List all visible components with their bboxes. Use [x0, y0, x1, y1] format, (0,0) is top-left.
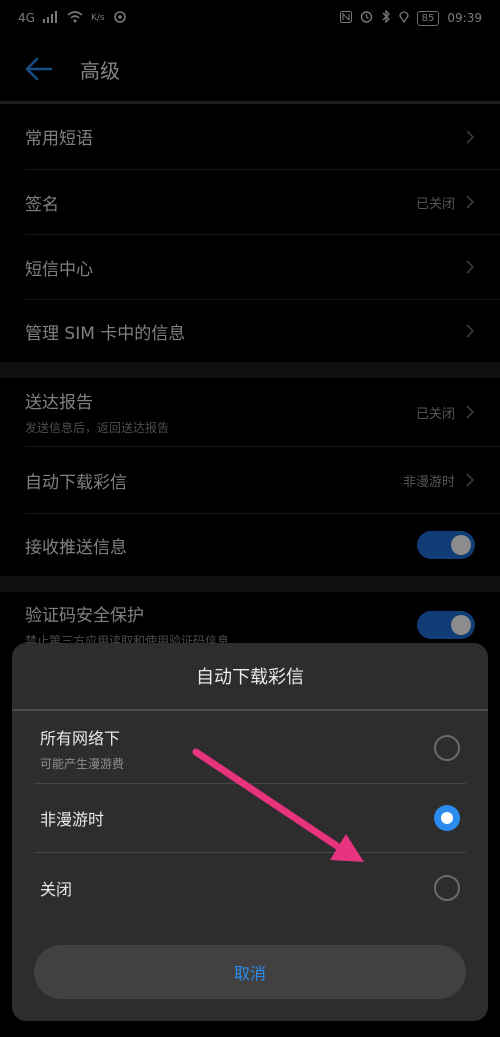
annotation-arrow-icon	[192, 748, 364, 862]
